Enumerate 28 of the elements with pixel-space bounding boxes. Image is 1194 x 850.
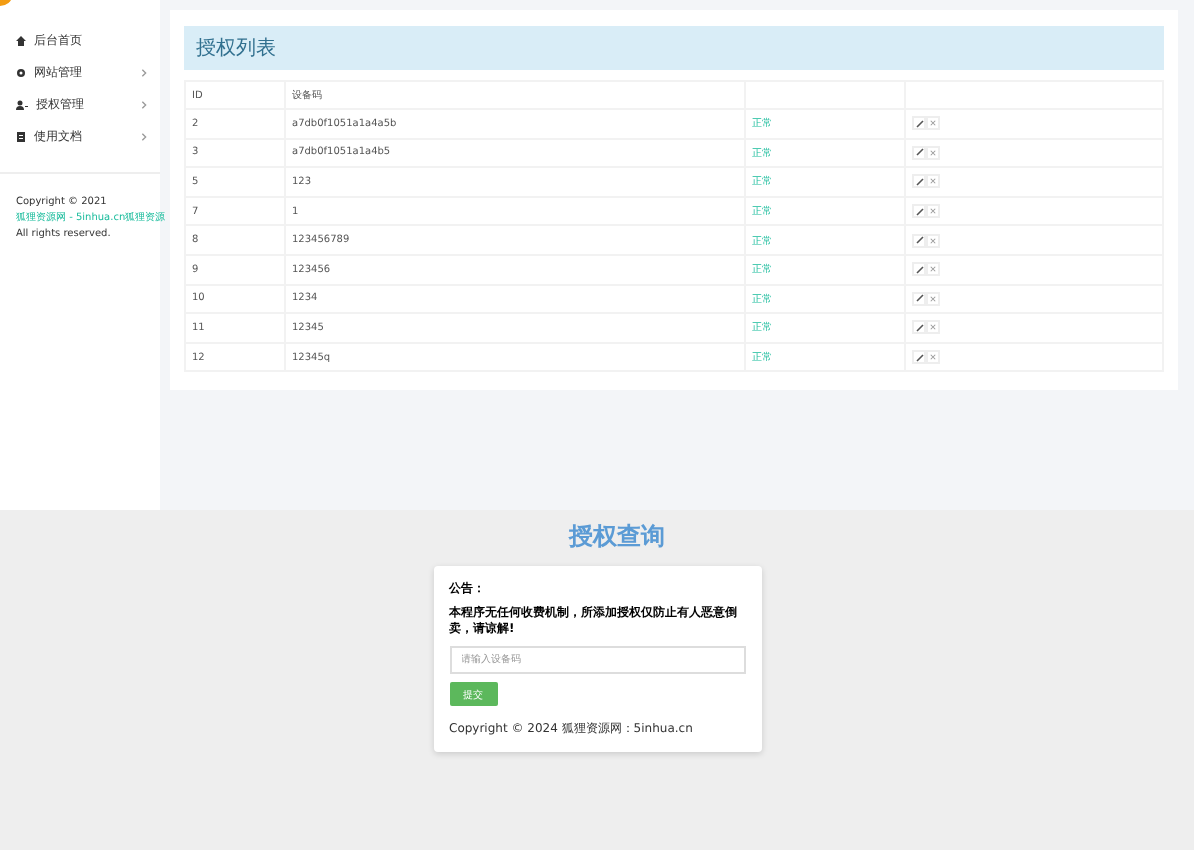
close-icon (930, 178, 936, 185)
close-icon (930, 120, 936, 127)
edit-button[interactable] (912, 116, 926, 131)
pencil-icon (915, 177, 923, 186)
close-icon (930, 237, 936, 244)
pencil-icon (915, 207, 923, 216)
close-icon (930, 324, 936, 331)
close-icon (930, 295, 936, 302)
pencil-icon (915, 323, 923, 332)
close-icon (930, 266, 936, 273)
pencil-icon (915, 265, 923, 274)
logo-text: 授权查询 (569, 520, 665, 554)
users-icon (16, 99, 28, 109)
edit-button[interactable] (912, 233, 926, 248)
home-icon (16, 35, 26, 45)
close-icon (930, 354, 936, 361)
edit-button[interactable] (912, 291, 926, 306)
pencil-icon (915, 119, 923, 128)
edit-button[interactable] (912, 262, 926, 277)
pencil-icon (915, 148, 923, 157)
close-icon (930, 208, 936, 215)
pencil-icon (915, 236, 923, 245)
pencil-icon (915, 353, 923, 362)
gear-icon (16, 67, 26, 77)
close-icon (930, 149, 936, 156)
document-icon (16, 131, 26, 141)
panel-heading: 授权列表 (184, 26, 1164, 70)
pencil-icon (915, 294, 923, 303)
